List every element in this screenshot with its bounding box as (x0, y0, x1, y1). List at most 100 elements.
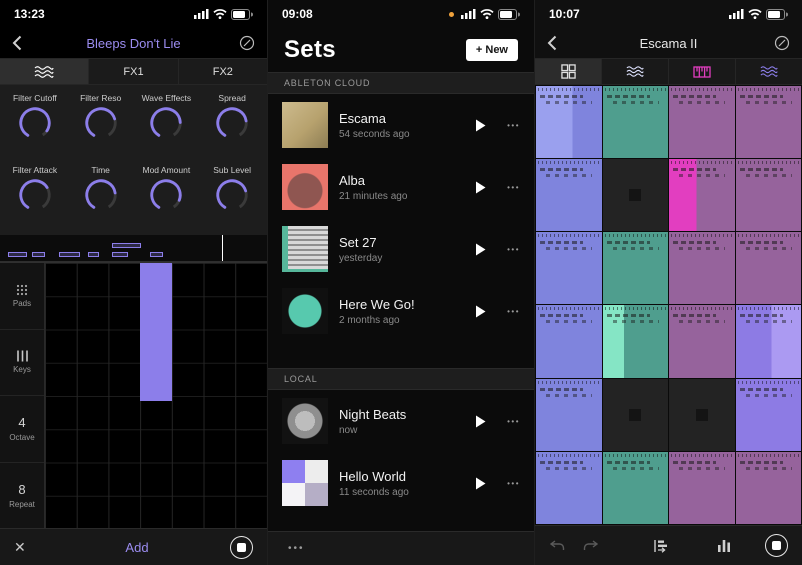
set-list-item[interactable]: Escama 54 seconds ago ••• (268, 94, 534, 156)
add-button[interactable]: Add (44, 540, 230, 555)
set-list-item[interactable]: Hello World 11 seconds ago ••• (268, 452, 534, 514)
session-clip[interactable] (736, 232, 802, 304)
redo-button[interactable] (583, 540, 599, 551)
clip-notes-pattern (679, 101, 725, 104)
item-more-button[interactable]: ••• (503, 479, 520, 488)
follow-playhead-button[interactable] (653, 539, 671, 553)
macro-knob[interactable]: Sub Level (199, 161, 265, 233)
session-clip[interactable] (536, 305, 602, 377)
close-icon[interactable]: ✕ (14, 539, 44, 556)
tab-fx1[interactable]: FX1 (89, 59, 178, 84)
meter-button[interactable] (717, 539, 731, 553)
pads-button[interactable]: Pads (0, 263, 44, 330)
session-clip[interactable] (736, 86, 802, 158)
session-clip[interactable] (669, 452, 735, 524)
clip-overview-strip[interactable] (0, 235, 267, 262)
session-clip[interactable] (603, 159, 669, 231)
set-name: Set 27 (339, 235, 458, 250)
sets-section: LOCAL Night Beats now ••• Hello World 11… (268, 368, 534, 514)
item-more-button[interactable]: ••• (503, 183, 520, 192)
octave-control[interactable]: 4 Octave (0, 396, 44, 463)
session-clip[interactable] (669, 232, 735, 304)
play-button[interactable] (469, 181, 492, 194)
new-set-button[interactable]: + New (466, 39, 518, 61)
clip-notes-pattern (546, 174, 592, 177)
macro-knob[interactable]: Filter Cutoff (2, 89, 68, 161)
tab-track-3[interactable] (736, 59, 802, 84)
macro-knob[interactable]: Spread (199, 89, 265, 161)
section-header: ABLETON CLOUD (268, 72, 534, 94)
set-list-item[interactable]: Night Beats now ••• (268, 390, 534, 452)
play-button[interactable] (469, 305, 492, 318)
macro-knob[interactable]: Wave Effects (134, 89, 200, 161)
note-grid[interactable] (45, 263, 267, 528)
session-clip[interactable] (669, 305, 735, 377)
clip-notes-pattern (540, 95, 583, 98)
macro-knob[interactable]: Filter Reso (68, 89, 134, 161)
session-clip[interactable] (736, 305, 802, 377)
session-clip[interactable] (603, 379, 669, 451)
clip-ruler (738, 381, 800, 384)
set-title: Escama II (569, 36, 768, 51)
macro-knob[interactable]: Filter Attack (2, 161, 68, 233)
session-clip[interactable] (736, 159, 802, 231)
session-clip[interactable] (669, 379, 735, 451)
tab-session-grid[interactable] (535, 59, 602, 84)
sets-list: ABLETON CLOUD Escama 54 seconds ago ••• … (268, 72, 534, 514)
session-clip[interactable] (536, 86, 602, 158)
item-more-button[interactable]: ••• (503, 245, 520, 254)
tab-fx2[interactable]: FX2 (179, 59, 267, 84)
session-clip[interactable] (536, 452, 602, 524)
tab-track-1[interactable] (602, 59, 669, 84)
tab-track-2[interactable] (669, 59, 736, 84)
item-more-button[interactable]: ••• (503, 307, 520, 316)
session-clip[interactable] (536, 159, 602, 231)
undo-icon (549, 540, 565, 551)
session-clip[interactable] (603, 86, 669, 158)
set-timestamp: yesterday (339, 253, 458, 264)
play-button[interactable] (469, 243, 492, 256)
set-list-item[interactable]: Here We Go! 2 months ago ••• (268, 280, 534, 342)
session-clip[interactable] (736, 452, 802, 524)
stop-button[interactable] (765, 534, 788, 557)
undo-button[interactable] (549, 540, 565, 551)
clip-notes-pattern (540, 388, 583, 391)
back-button[interactable] (12, 35, 34, 51)
session-clip[interactable] (603, 452, 669, 524)
sync-icon[interactable] (233, 35, 255, 51)
session-clip[interactable] (603, 232, 669, 304)
keys-label: Keys (13, 365, 31, 374)
play-button[interactable] (469, 119, 492, 132)
set-info: Alba 21 minutes ago (339, 173, 458, 202)
play-button[interactable] (469, 415, 492, 428)
keys-button[interactable]: Keys (0, 330, 44, 397)
session-clip[interactable] (536, 379, 602, 451)
session-clip[interactable] (736, 379, 802, 451)
waves-icon (626, 65, 644, 78)
session-clip[interactable] (603, 305, 669, 377)
session-clip[interactable] (536, 232, 602, 304)
set-name: Hello World (339, 469, 458, 484)
repeat-control[interactable]: 8 Repeat (0, 463, 44, 529)
session-clip[interactable] (669, 159, 735, 231)
item-more-button[interactable]: ••• (503, 417, 520, 426)
play-button[interactable] (469, 477, 492, 490)
set-list-item[interactable]: Alba 21 minutes ago ••• (268, 156, 534, 218)
knob-label: Filter Cutoff (13, 93, 57, 103)
page-title: Sets (284, 36, 336, 64)
more-options-button[interactable]: ••• (288, 543, 305, 554)
sync-icon[interactable] (768, 35, 790, 51)
set-list-item[interactable]: Set 27 yesterday ••• (268, 218, 534, 280)
session-clip[interactable] (669, 86, 735, 158)
item-more-button[interactable]: ••• (503, 121, 520, 130)
tab-synth[interactable] (0, 59, 89, 84)
section-items: Night Beats now ••• Hello World 11 secon… (268, 390, 534, 514)
macro-knob[interactable]: Mod Amount (134, 161, 200, 233)
stop-record-button[interactable] (230, 536, 253, 559)
status-icons (449, 9, 520, 20)
active-note-column[interactable] (140, 263, 172, 401)
macro-knob[interactable]: Time (68, 161, 134, 233)
clip-ruler (538, 234, 600, 237)
clip-notes-pattern (673, 461, 716, 464)
back-button[interactable] (547, 35, 569, 51)
